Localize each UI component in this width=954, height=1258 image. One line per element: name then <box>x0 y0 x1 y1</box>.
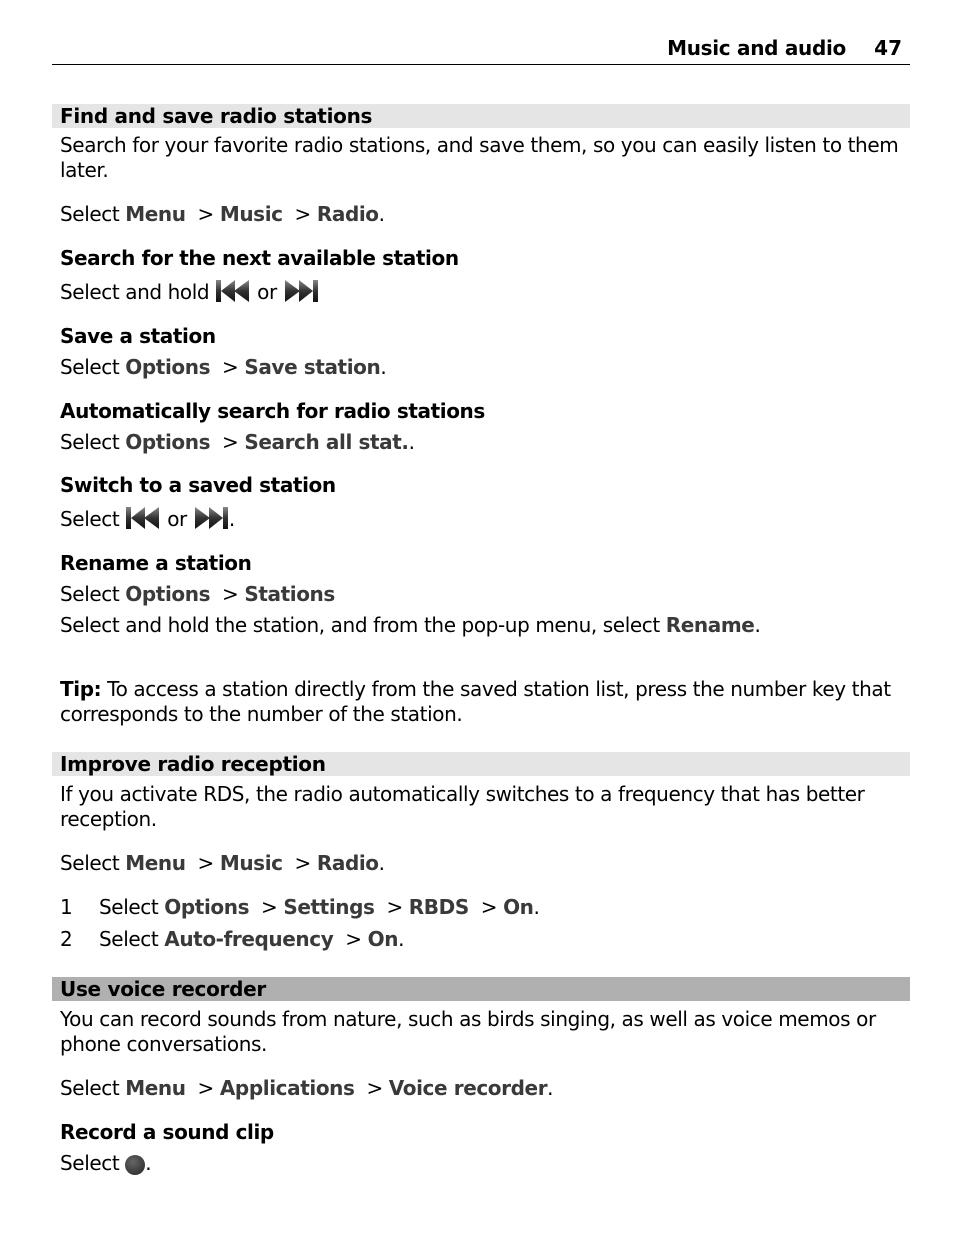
menu-path: Select Options > Stations <box>60 582 335 606</box>
step-text: Select Options > Settings > RBDS > On. <box>99 895 540 919</box>
tip-text: Tip: To access a station directly from t… <box>60 677 891 701</box>
step-number: 1 <box>60 895 73 919</box>
step-number: 2 <box>60 927 73 951</box>
rewind-icon[interactable] <box>125 506 161 530</box>
task-heading: Rename a station <box>60 551 252 575</box>
step-text: Select Auto-frequency > On. <box>99 927 405 951</box>
menu-path: Select Options > Save station. <box>60 355 387 379</box>
task-heading: Save a station <box>60 324 216 348</box>
menu-path: Select Menu > Applications > Voice recor… <box>60 1076 554 1100</box>
fast-forward-icon[interactable] <box>193 506 229 530</box>
page-number: 47 <box>874 36 902 60</box>
section-heading: Improve radio reception <box>52 752 910 776</box>
task-text: Select . <box>60 1151 152 1175</box>
task-heading: Switch to a saved station <box>60 473 336 497</box>
menu-path: Select Menu > Music > Radio. <box>60 851 385 875</box>
task-text: Select and hold or <box>60 279 319 305</box>
intro-text: later. <box>60 158 109 182</box>
page-header: Music and audio 47 <box>52 34 910 65</box>
record-icon[interactable] <box>125 1155 146 1175</box>
task-heading: Automatically search for radio stations <box>60 399 485 423</box>
fast-forward-icon[interactable] <box>283 279 319 303</box>
intro-text: You can record sounds from nature, such … <box>60 1007 876 1031</box>
rewind-icon[interactable] <box>215 279 251 303</box>
intro-text: If you activate RDS, the radio automatic… <box>60 782 865 806</box>
intro-text: phone conversations. <box>60 1032 267 1056</box>
intro-text: Search for your favorite radio stations,… <box>60 133 899 157</box>
section-heading: Find and save radio stations <box>52 104 910 128</box>
menu-path: Select Menu > Music > Radio. <box>60 202 385 226</box>
tip-text: corresponds to the number of the station… <box>60 702 463 726</box>
task-heading: Search for the next available station <box>60 246 459 270</box>
task-text: Select and hold the station, and from th… <box>60 613 761 637</box>
task-text: Select or . <box>60 506 235 531</box>
menu-path: Select Options > Search all stat.. <box>60 430 415 454</box>
intro-text: reception. <box>60 807 157 831</box>
task-heading: Record a sound clip <box>60 1120 274 1144</box>
section-heading: Use voice recorder <box>52 977 910 1001</box>
chapter-title: Music and audio <box>667 36 846 60</box>
